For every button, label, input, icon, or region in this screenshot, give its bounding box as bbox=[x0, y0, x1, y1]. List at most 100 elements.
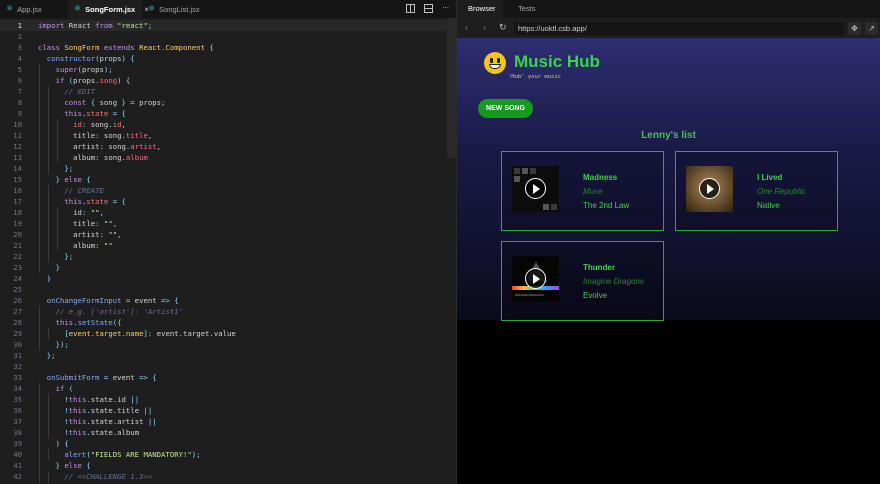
line-number: 6 bbox=[17, 76, 22, 85]
code-line[interactable]: 24 } bbox=[0, 273, 456, 284]
code-line[interactable]: 29 [event.target.name]: event.target.val… bbox=[0, 328, 456, 339]
code-line[interactable]: 38 !this.state.album bbox=[0, 427, 456, 438]
code-line[interactable]: 30 }); bbox=[0, 339, 456, 350]
code-line[interactable]: 17 this.state = { bbox=[0, 196, 456, 207]
code-text: // e.g. ['artist']: 'Artist1' bbox=[38, 307, 183, 316]
line-number: 19 bbox=[13, 219, 22, 228]
code-line[interactable]: 42 // <<CHALLENGE 1.3>> bbox=[0, 471, 456, 482]
code-line[interactable]: 6 if (props.song) { bbox=[0, 75, 456, 86]
song-card-madness[interactable]: Madness Muse The 2nd Law bbox=[501, 151, 664, 231]
music-hub-app: Music Hub 'Hub' your music NEW SONG Lenn… bbox=[457, 38, 880, 321]
tab-songform-jsx[interactable]: ⚛ SongForm.jsx × bbox=[68, 0, 149, 18]
code-line[interactable]: 3 class SongForm extends React.Component … bbox=[0, 42, 456, 53]
code-line[interactable]: 19 title: "", bbox=[0, 218, 456, 229]
tab-browser[interactable]: Browser bbox=[457, 0, 503, 18]
code-text: !this.state.artist || bbox=[38, 417, 157, 426]
code-line[interactable]: 41 } else { bbox=[0, 460, 456, 471]
code-line[interactable]: 7 // EDIT bbox=[0, 86, 456, 97]
devtools-icon[interactable]: ✥ bbox=[848, 22, 861, 35]
code-line[interactable]: 40 alert("FIELDS ARE MANDATORY!"); bbox=[0, 449, 456, 460]
line-number: 27 bbox=[13, 307, 22, 316]
code-text: constructor(props) { bbox=[38, 54, 135, 63]
play-icon[interactable] bbox=[699, 178, 720, 199]
code-line[interactable]: 36 !this.state.title || bbox=[0, 405, 456, 416]
toggle-panel-icon[interactable] bbox=[424, 4, 433, 13]
code-line[interactable]: 27 // e.g. ['artist']: 'Artist1' bbox=[0, 306, 456, 317]
tab-app-jsx[interactable]: ⚛ App.jsx bbox=[0, 0, 68, 18]
song-artist: Imagine Dragons bbox=[583, 277, 644, 286]
code-text: super(props); bbox=[38, 65, 113, 74]
song-card-thunder[interactable]: IMAGINE DRAGONS Thunder Imagine Dragons … bbox=[501, 241, 664, 321]
line-number: 33 bbox=[13, 373, 22, 382]
tab-songlist-jsx[interactable]: ⚛ SongList.jsx bbox=[142, 0, 212, 18]
code-line[interactable]: 32 bbox=[0, 361, 456, 372]
code-text: artist: song.artist, bbox=[38, 142, 162, 151]
line-number: 39 bbox=[13, 439, 22, 448]
code-line[interactable]: 21 album: "" bbox=[0, 240, 456, 251]
tab-tests[interactable]: Tests bbox=[509, 0, 549, 18]
code-line[interactable]: 20 artist: "", bbox=[0, 229, 456, 240]
code-text: alert("FIELDS ARE MANDATORY!"); bbox=[38, 450, 201, 459]
code-text: !this.state.album bbox=[38, 428, 140, 437]
code-line[interactable]: 31 }; bbox=[0, 350, 456, 361]
code-line[interactable]: 26 onChangeFormInput = event => { bbox=[0, 295, 456, 306]
line-number: 7 bbox=[17, 87, 22, 96]
code-text: this.state = { bbox=[38, 109, 126, 118]
code-line[interactable]: 22 }; bbox=[0, 251, 456, 262]
code-line[interactable]: 23 } bbox=[0, 262, 456, 273]
line-number: 15 bbox=[13, 175, 22, 184]
code-line[interactable]: 15 } else { bbox=[0, 174, 456, 185]
line-number: 3 bbox=[17, 43, 22, 52]
editor-scrollbar[interactable] bbox=[447, 18, 456, 158]
code-line[interactable]: 37 !this.state.artist || bbox=[0, 416, 456, 427]
album-cover: IMAGINE DRAGONS bbox=[512, 256, 559, 302]
code-text: // CREATE bbox=[38, 186, 104, 195]
code-line[interactable]: 16 // CREATE bbox=[0, 185, 456, 196]
code-text: } else { bbox=[38, 175, 91, 184]
code-text: // <<CHALLENGE 1.3>> bbox=[38, 472, 153, 481]
line-number: 13 bbox=[13, 153, 22, 162]
line-number: 23 bbox=[13, 263, 22, 272]
song-card-i-lived[interactable]: I Lived One Republic Native bbox=[675, 151, 838, 231]
code-line[interactable]: 11 title: song.title, bbox=[0, 130, 456, 141]
code-line[interactable]: 14 }; bbox=[0, 163, 456, 174]
code-line[interactable]: 9 this.state = { bbox=[0, 108, 456, 119]
more-actions-icon[interactable]: ··· bbox=[441, 3, 450, 12]
code-line[interactable]: 4 constructor(props) { bbox=[0, 53, 456, 64]
code-area[interactable]: 1 import React from "react"; 2 3 class SongF… bbox=[0, 18, 456, 484]
code-line[interactable]: 33 onSubmitForm = event => { bbox=[0, 372, 456, 383]
forward-arrow-icon[interactable]: › bbox=[483, 22, 486, 33]
reload-icon[interactable]: ↻ bbox=[499, 22, 507, 33]
list-title: Lenny's list bbox=[641, 130, 696, 141]
tab-label: SongForm.jsx bbox=[85, 4, 136, 14]
open-new-window-icon[interactable]: ↗ bbox=[865, 22, 878, 35]
code-line[interactable]: 34 if ( bbox=[0, 383, 456, 394]
play-icon[interactable] bbox=[525, 268, 546, 289]
code-line[interactable]: 18 id: "", bbox=[0, 207, 456, 218]
line-number: 12 bbox=[13, 142, 22, 151]
code-line[interactable]: 1 import React from "react"; bbox=[0, 20, 456, 31]
code-text: const { song } = props; bbox=[38, 98, 166, 107]
line-number: 28 bbox=[13, 318, 22, 327]
code-line[interactable]: 35 !this.state.id || bbox=[0, 394, 456, 405]
code-line[interactable]: 10 id: song.id, bbox=[0, 119, 456, 130]
code-line[interactable]: 39 ) { bbox=[0, 438, 456, 449]
code-line[interactable]: 12 artist: song.artist, bbox=[0, 141, 456, 152]
album-cover bbox=[512, 166, 559, 212]
line-number: 29 bbox=[13, 329, 22, 338]
new-song-button[interactable]: NEW SONG bbox=[478, 99, 533, 118]
code-line[interactable]: 28 this.setState({ bbox=[0, 317, 456, 328]
split-editor-icon[interactable] bbox=[406, 4, 415, 13]
code-text: !this.state.title || bbox=[38, 406, 153, 415]
url-input[interactable]: https://uoktl.csb.app/ bbox=[514, 22, 844, 35]
back-arrow-icon[interactable]: ‹ bbox=[465, 22, 468, 33]
code-line[interactable]: 8 const { song } = props; bbox=[0, 97, 456, 108]
code-line[interactable]: 2 bbox=[0, 31, 456, 42]
line-number: 9 bbox=[17, 109, 22, 118]
code-line[interactable]: 13 album: song.album bbox=[0, 152, 456, 163]
line-number: 4 bbox=[17, 54, 22, 63]
code-line[interactable]: 25 bbox=[0, 284, 456, 295]
play-icon[interactable] bbox=[525, 178, 546, 199]
code-line[interactable]: 5 super(props); bbox=[0, 64, 456, 75]
code-text: if (props.song) { bbox=[38, 76, 131, 85]
